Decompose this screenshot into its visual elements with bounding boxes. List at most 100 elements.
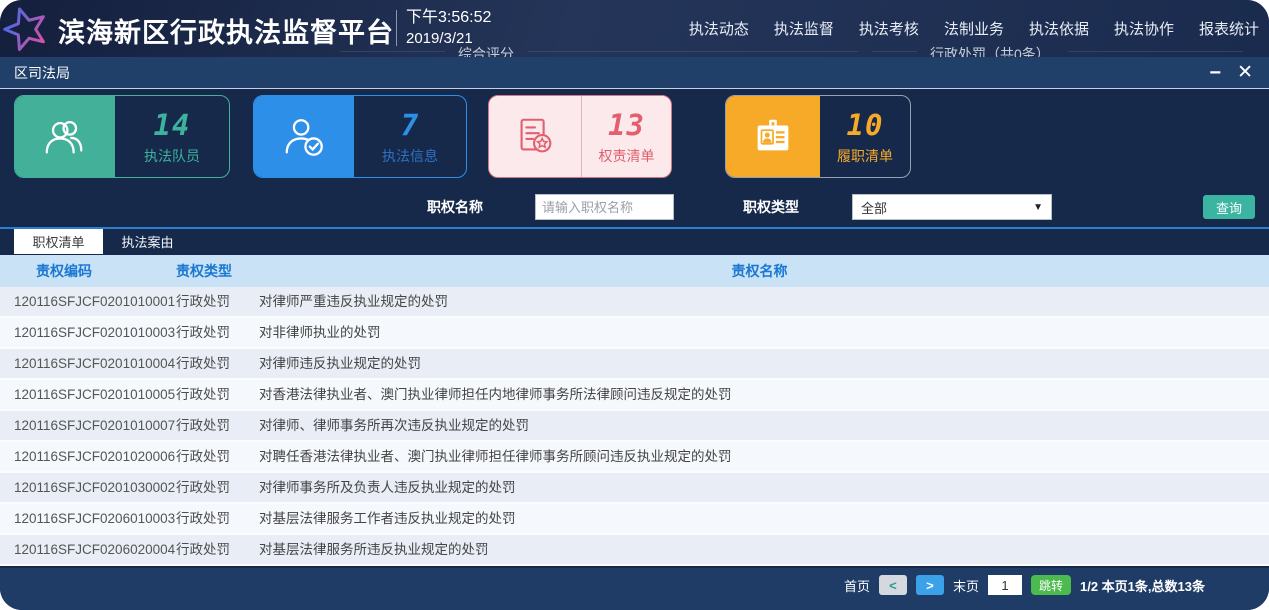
- close-icon[interactable]: ✕: [1237, 63, 1253, 82]
- pager-last-page[interactable]: 末页: [953, 576, 979, 595]
- table-row[interactable]: 120116SFJCF0201020006 行政处罚 对聘任香港法律执业者、澳门…: [0, 442, 1269, 473]
- cell-code: 120116SFJCF0201010005: [14, 380, 175, 409]
- stat-label: 执法队员: [144, 146, 200, 166]
- stat-card-text: 10 履职清单: [820, 96, 910, 177]
- clock: 下午3:56:52 2019/3/21: [406, 8, 491, 48]
- cell-type: 行政处罚: [176, 535, 230, 564]
- cell-code: 120116SFJCF0201010007: [14, 411, 175, 440]
- footer-bar: 首页 < > 末页 跳转 1/2 本页1条,总数13条: [0, 568, 1269, 610]
- cell-type: 行政处罚: [176, 380, 230, 409]
- cell-code: 120116SFJCF0201010001: [14, 287, 175, 316]
- cell-name: 对聘任香港法律执业者、澳门执业律师担任律师事务所顾问违反执业规定的处罚: [259, 442, 732, 471]
- nav-item-legal-business[interactable]: 法制业务: [944, 18, 1004, 39]
- cell-type: 行政处罚: [176, 473, 230, 502]
- nav-item-enforcement-news[interactable]: 执法动态: [689, 18, 749, 39]
- pagination-summary: 1/2 本页1条,总数13条: [1080, 576, 1205, 595]
- modal-body: 14 执法队员 7 执法信息: [0, 89, 1269, 610]
- stat-value: 13: [608, 108, 645, 142]
- stat-card-power-responsibility-list[interactable]: 13 权责清单: [488, 95, 672, 178]
- cell-name: 对基层法律服务工作者违反执业规定的处罚: [259, 504, 516, 533]
- users-icon: [15, 96, 115, 177]
- tab-power-list[interactable]: 职权清单: [14, 229, 103, 254]
- column-header-name: 责权名称: [0, 255, 1269, 287]
- stat-label: 履职清单: [837, 146, 893, 166]
- pager-first-page[interactable]: 首页: [844, 576, 870, 595]
- cell-type: 行政处罚: [176, 349, 230, 378]
- cell-name: 对律师违反执业规定的处罚: [259, 349, 421, 378]
- background-divider: [872, 51, 917, 52]
- nav-item-enforcement-assessment[interactable]: 执法考核: [859, 18, 919, 39]
- cell-name: 对律师严重违反执业规定的处罚: [259, 287, 448, 316]
- cell-code: 120116SFJCF0201010004: [14, 349, 175, 378]
- tab-bar: 职权清单 执法案由: [14, 229, 192, 254]
- nav-item-enforcement-supervision[interactable]: 执法监督: [774, 18, 834, 39]
- cell-code: 120116SFJCF0206010003: [14, 504, 175, 533]
- stat-value: 14: [154, 108, 191, 142]
- table-row[interactable]: 120116SFJCF0201010003 行政处罚 对非律师执业的处罚: [0, 318, 1269, 349]
- nav-item-enforcement-collaboration[interactable]: 执法协作: [1114, 18, 1174, 39]
- power-type-selected-value: 全部: [861, 198, 887, 217]
- table-row[interactable]: 120116SFJCF0206020004 行政处罚 对基层法律服务所违反执业规…: [0, 535, 1269, 566]
- title-separator: [396, 10, 397, 46]
- power-type-label: 职权类型: [743, 193, 799, 221]
- stat-card-enforcement-info[interactable]: 7 执法信息: [253, 95, 467, 178]
- caret-down-icon: ▼: [1033, 202, 1043, 213]
- window-controls: − ✕: [1209, 63, 1253, 83]
- table-body: 120116SFJCF0201010001 行政处罚 对律师严重违反执业规定的处…: [0, 287, 1269, 570]
- pager-prev-button[interactable]: <: [879, 575, 907, 595]
- table-row[interactable]: 120116SFJCF0201010007 行政处罚 对律师、律师事务所再次违反…: [0, 411, 1269, 442]
- page-number-input[interactable]: [988, 575, 1022, 595]
- power-type-select[interactable]: 全部 ▼: [852, 194, 1052, 220]
- power-name-label: 职权名称: [427, 193, 483, 221]
- stat-card-text: 7 执法信息: [354, 96, 466, 177]
- cell-type: 行政处罚: [176, 318, 230, 347]
- app-logo-star-icon: [2, 5, 50, 53]
- tab-enforcement-cause[interactable]: 执法案由: [103, 229, 192, 254]
- document-star-icon: [489, 96, 582, 177]
- app-window: 滨海新区行政执法监督平台 下午3:56:52 2019/3/21 执法动态 执法…: [0, 0, 1269, 610]
- cell-code: 120116SFJCF0201020006: [14, 442, 175, 471]
- cell-code: 120116SFJCF0201030002: [14, 473, 175, 502]
- background-partial-score: 综合评分: [458, 44, 514, 57]
- modal-title: 区司法局: [14, 63, 70, 83]
- user-check-icon: [254, 96, 354, 177]
- cell-code: 120116SFJCF0201010003: [14, 318, 175, 347]
- background-divider: [528, 51, 858, 52]
- cell-type: 行政处罚: [176, 411, 230, 440]
- cell-name: 对律师事务所及负责人违反执业规定的处罚: [259, 473, 516, 502]
- clock-time: 下午3:56:52: [406, 8, 491, 29]
- pager-next-button[interactable]: >: [916, 575, 944, 595]
- power-name-input[interactable]: [535, 194, 674, 220]
- cell-type: 行政处罚: [176, 504, 230, 533]
- stat-card-duty-list[interactable]: 10 履职清单: [725, 95, 911, 178]
- table-row[interactable]: 120116SFJCF0206010003 行政处罚 对基层法律服务工作者违反执…: [0, 504, 1269, 535]
- main-nav: 执法动态 执法监督 执法考核 法制业务 执法依据 执法协作 报表统计: [689, 18, 1265, 39]
- nav-item-enforcement-basis[interactable]: 执法依据: [1029, 18, 1089, 39]
- top-header: 滨海新区行政执法监督平台 下午3:56:52 2019/3/21 执法动态 执法…: [0, 0, 1269, 57]
- pagination: 首页 < > 末页 跳转 1/2 本页1条,总数13条: [844, 575, 1205, 595]
- app-title: 滨海新区行政执法监督平台: [58, 11, 394, 50]
- stat-label: 权责清单: [599, 146, 655, 166]
- jump-button[interactable]: 跳转: [1031, 575, 1071, 595]
- query-button[interactable]: 查询: [1203, 195, 1255, 219]
- cell-name: 对律师、律师事务所再次违反执业规定的处罚: [259, 411, 529, 440]
- table-row[interactable]: 120116SFJCF0201030002 行政处罚 对律师事务所及负责人违反执…: [0, 473, 1269, 504]
- cell-name: 对非律师执业的处罚: [259, 318, 381, 347]
- cell-type: 行政处罚: [176, 287, 230, 316]
- stat-value: 7: [401, 108, 419, 142]
- stat-card-enforcement-staff[interactable]: 14 执法队员: [14, 95, 230, 178]
- nav-item-report-statistics[interactable]: 报表统计: [1199, 18, 1259, 39]
- cell-code: 120116SFJCF0206020004: [14, 535, 175, 564]
- id-card-icon: [726, 96, 820, 177]
- modal-titlebar: 区司法局 − ✕: [0, 57, 1269, 89]
- background-partial-penalty: 行政处罚（共0条）: [930, 44, 1050, 57]
- minimize-icon[interactable]: −: [1209, 63, 1221, 83]
- stat-value: 10: [847, 108, 884, 142]
- table-row[interactable]: 120116SFJCF0201010005 行政处罚 对香港法律执业者、澳门执业…: [0, 380, 1269, 411]
- cell-name: 对基层法律服务所违反执业规定的处罚: [259, 535, 489, 564]
- table-header: 责权编码 责权类型 责权名称: [0, 255, 1269, 287]
- search-form: 职权名称 职权类型 全部 ▼ 查询: [0, 193, 1269, 223]
- table-row[interactable]: 120116SFJCF0201010001 行政处罚 对律师严重违反执业规定的处…: [0, 287, 1269, 318]
- table-row[interactable]: 120116SFJCF0201010004 行政处罚 对律师违反执业规定的处罚: [0, 349, 1269, 380]
- stat-card-text: 13 权责清单: [582, 96, 671, 177]
